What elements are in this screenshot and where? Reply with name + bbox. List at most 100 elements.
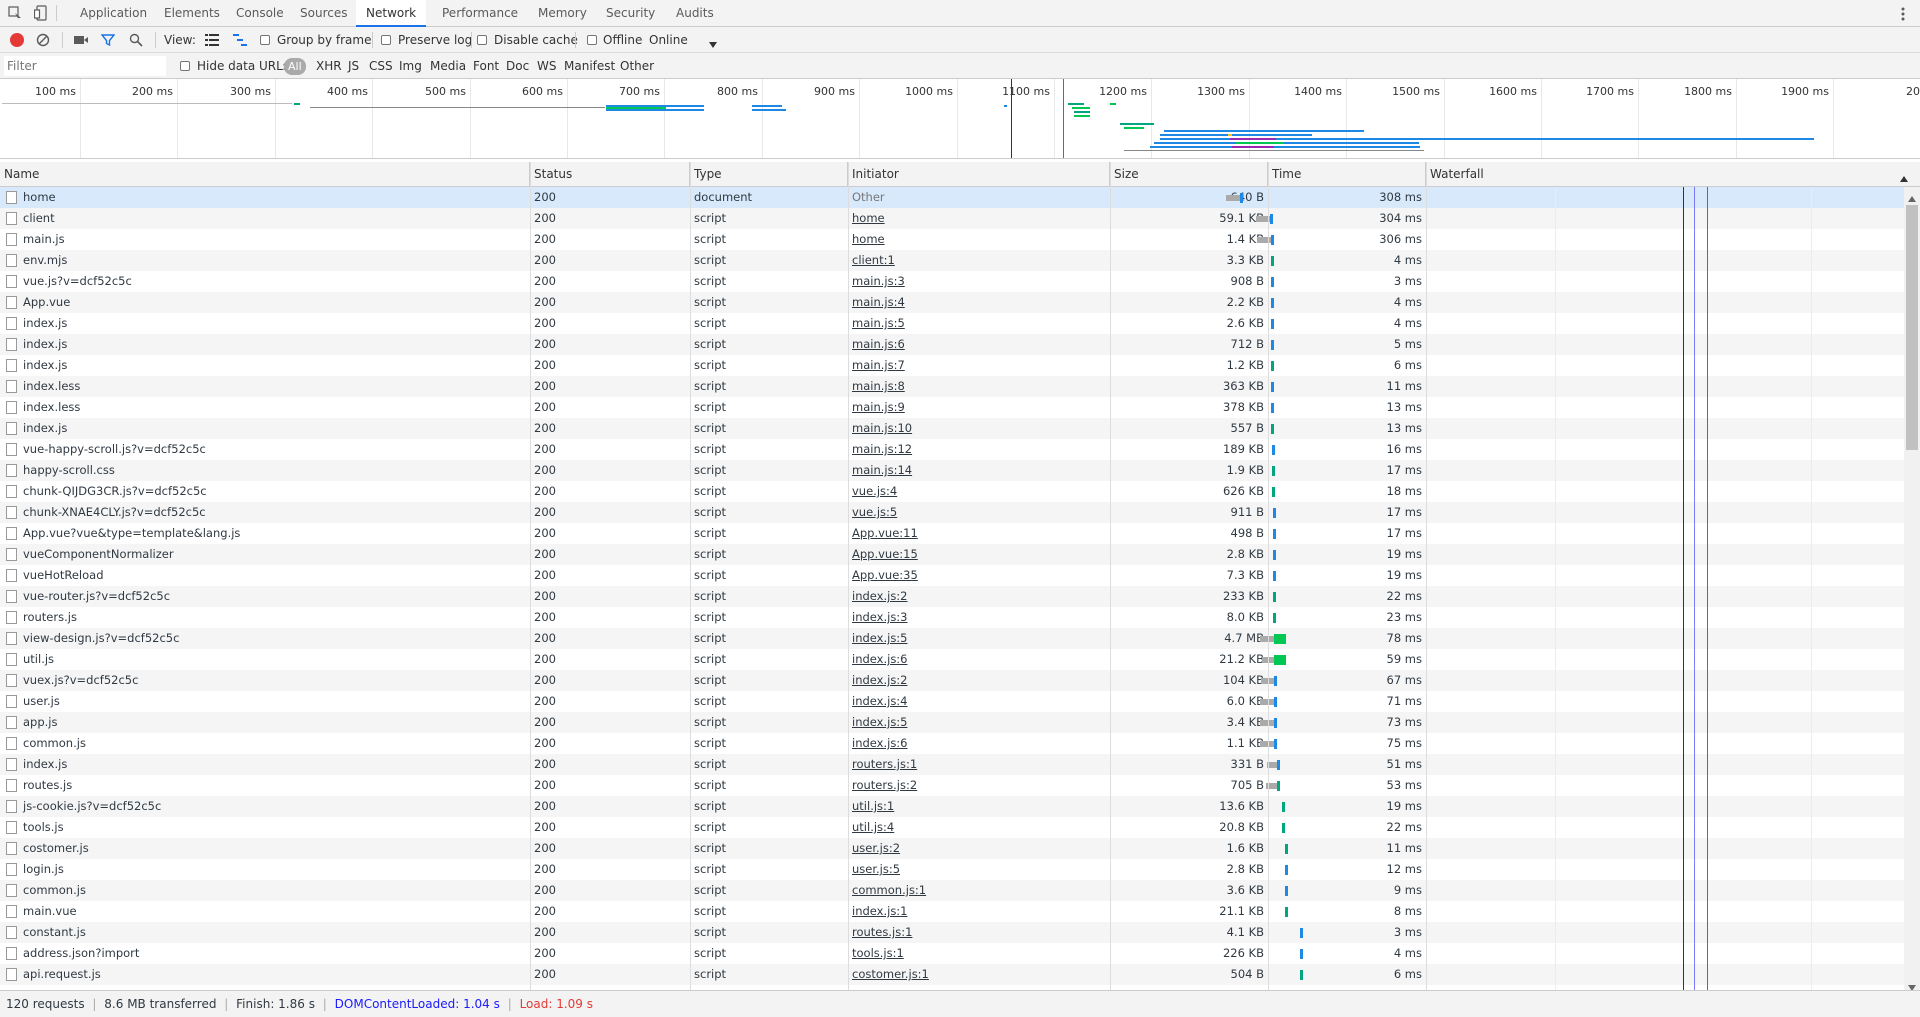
tab-console[interactable]: Console [226,0,294,27]
request-row[interactable]: index.js 200 script main.js:7 1.2 KB 6 ms [0,355,1904,376]
request-row[interactable]: main.js 200 script home 1.4 KB 306 ms [0,229,1904,250]
scroll-down-icon[interactable] [1908,980,1916,991]
tab-memory[interactable]: Memory [528,0,597,27]
request-initiator[interactable]: main.js:12 [848,439,1110,460]
scroll-up-icon[interactable] [1908,191,1916,202]
column-status[interactable]: Status [530,162,690,187]
request-row[interactable]: login.js 200 script user.js:5 2.8 KB 12 ms [0,859,1904,880]
tab-performance[interactable]: Performance [432,0,528,27]
request-row[interactable]: address.json?import 200 script tools.js:1 22… [0,943,1904,964]
chevron-down-icon[interactable] [709,37,717,48]
type-filter-css[interactable]: CSS [369,53,393,79]
sort-ascending-icon[interactable] [1900,171,1908,182]
request-row[interactable]: vuex.js?v=dcf52c5c 200 script index.js:2 104… [0,670,1904,691]
request-row[interactable]: main.vue 200 script index.js:1 21.1 KB 8 ms [0,901,1904,922]
inspect-element-icon[interactable] [8,6,22,20]
request-row[interactable]: routes.js 200 script routers.js:2 705 B 53 ms [0,775,1904,796]
request-initiator[interactable]: main.js:14 [848,460,1110,481]
type-filter-xhr[interactable]: XHR [316,53,342,79]
request-initiator[interactable]: util.js:4 [848,817,1110,838]
request-initiator[interactable]: routers.js:2 [848,775,1110,796]
request-initiator[interactable]: costomer.js:1 [848,964,1110,985]
request-initiator[interactable]: vue.js:4 [848,481,1110,502]
request-initiator[interactable]: index.js:6 [848,733,1110,754]
request-row[interactable]: vue-router.js?v=dcf52c5c 200 script index.j… [0,586,1904,607]
request-initiator[interactable]: util.js:1 [848,796,1110,817]
table-scrollbar[interactable] [1904,187,1920,991]
disable-cache-checkbox[interactable] [477,35,487,45]
request-row[interactable]: env.mjs 200 script client:1 3.3 KB 4 ms [0,250,1904,271]
request-row[interactable]: vue-happy-scroll.js?v=dcf52c5c 200 script m… [0,439,1904,460]
type-filter-doc[interactable]: Doc [506,53,529,79]
overview-icon[interactable] [233,34,247,46]
network-overview-timeline[interactable]: 100 ms 200 ms 300 ms 400 ms 500 ms 600 ms 700 … [0,79,1920,159]
type-filter-other[interactable]: Other [620,53,654,79]
request-initiator[interactable]: user.js:2 [848,838,1110,859]
request-row[interactable]: index.less 200 script main.js:8 363 KB 11 ms [0,376,1904,397]
request-row[interactable]: vueHotReload 200 script App.vue:35 7.3 KB 19 … [0,565,1904,586]
request-initiator[interactable]: index.js:6 [848,649,1110,670]
request-initiator[interactable]: main.js:4 [848,292,1110,313]
request-initiator[interactable]: index.js:3 [848,607,1110,628]
request-row[interactable]: routers.js 200 script index.js:3 8.0 KB 23 ms [0,607,1904,628]
request-row[interactable]: happy-scroll.css 200 script main.js:14 1.9 K… [0,460,1904,481]
tab-application[interactable]: Application [70,0,157,27]
request-row[interactable]: util.js 200 script index.js:6 21.2 KB 59 ms [0,649,1904,670]
preserve-log-checkbox[interactable] [381,35,391,45]
type-filter-font[interactable]: Font [473,53,499,79]
request-row[interactable]: index.js 200 script routers.js:1 331 B 51 ms [0,754,1904,775]
filter-input[interactable] [4,56,166,76]
request-initiator[interactable]: main.js:6 [848,334,1110,355]
request-initiator[interactable]: main.js:7 [848,355,1110,376]
request-row[interactable]: client 200 script home 59.1 KB 304 ms [0,208,1904,229]
column-time[interactable]: Time [1268,162,1426,187]
request-row[interactable]: index.js 200 script main.js:10 557 B 13 ms [0,418,1904,439]
request-initiator[interactable]: vue.js:5 [848,502,1110,523]
request-row[interactable]: chunk-XNAE4CLY.js?v=dcf52c5c 200 script vue… [0,502,1904,523]
request-row[interactable]: index.js 200 script main.js:6 712 B 5 ms [0,334,1904,355]
hide-data-urls-checkbox[interactable] [180,61,190,71]
type-filter-media[interactable]: Media [430,53,466,79]
request-initiator[interactable]: routes.js:1 [848,922,1110,943]
request-row[interactable]: common.js 200 script index.js:6 1.1 KB 75 ms [0,733,1904,754]
group-by-frame-checkbox[interactable] [260,35,270,45]
device-toolbar-icon[interactable] [33,5,48,21]
request-row[interactable]: common.js 200 script common.js:1 3.6 KB 9 ms [0,880,1904,901]
large-rows-icon[interactable] [205,34,219,46]
tab-sources[interactable]: Sources [290,0,357,27]
request-initiator[interactable]: main.js:8 [848,376,1110,397]
tab-audits[interactable]: Audits [666,0,724,27]
request-initiator[interactable]: common.js:1 [848,880,1110,901]
request-initiator[interactable]: index.js:5 [848,628,1110,649]
request-row[interactable]: api.request.js 200 script costomer.js:1 504 … [0,964,1904,985]
request-row[interactable]: App.vue?vue&type=template&lang.js 200 scri… [0,523,1904,544]
request-initiator[interactable]: home [848,229,1110,250]
request-initiator[interactable]: App.vue:15 [848,544,1110,565]
request-row[interactable]: js-cookie.js?v=dcf52c5c 200 script util.js:… [0,796,1904,817]
request-row[interactable]: app.js 200 script index.js:5 3.4 KB 73 ms [0,712,1904,733]
request-initiator[interactable]: client:1 [848,250,1110,271]
request-initiator[interactable]: index.js:5 [848,712,1110,733]
type-filter-manifest[interactable]: Manifest [564,53,615,79]
request-initiator[interactable]: main.js:9 [848,397,1110,418]
request-row[interactable]: chunk-QIJDG3CR.js?v=dcf52c5c 200 script vue… [0,481,1904,502]
request-row[interactable]: vueComponentNormalizer 200 script App.vue:1… [0,544,1904,565]
request-row[interactable]: user.js 200 script index.js:4 6.0 KB 71 ms [0,691,1904,712]
request-row[interactable]: tools.js 200 script util.js:4 20.8 KB 22 ms [0,817,1904,838]
tab-security[interactable]: Security [596,0,665,27]
request-row[interactable]: constant.js 200 script routes.js:1 4.1 KB 3 m… [0,922,1904,943]
type-filter-all[interactable]: All [284,58,306,75]
request-initiator[interactable]: tools.js:1 [848,943,1110,964]
request-initiator[interactable]: routers.js:1 [848,754,1110,775]
column-type[interactable]: Type [690,162,848,187]
request-initiator[interactable]: App.vue:11 [848,523,1110,544]
scrollbar-thumb[interactable] [1906,205,1918,450]
column-waterfall[interactable]: Waterfall [1426,162,1904,187]
more-options-icon[interactable] [1900,6,1906,22]
request-row[interactable]: view-design.js?v=dcf52c5c 200 script index.… [0,628,1904,649]
request-initiator[interactable]: index.js:1 [848,901,1110,922]
request-initiator[interactable]: main.js:5 [848,313,1110,334]
search-icon[interactable] [129,33,143,47]
clear-icon[interactable] [36,33,50,47]
tab-network[interactable]: Network [356,0,427,27]
